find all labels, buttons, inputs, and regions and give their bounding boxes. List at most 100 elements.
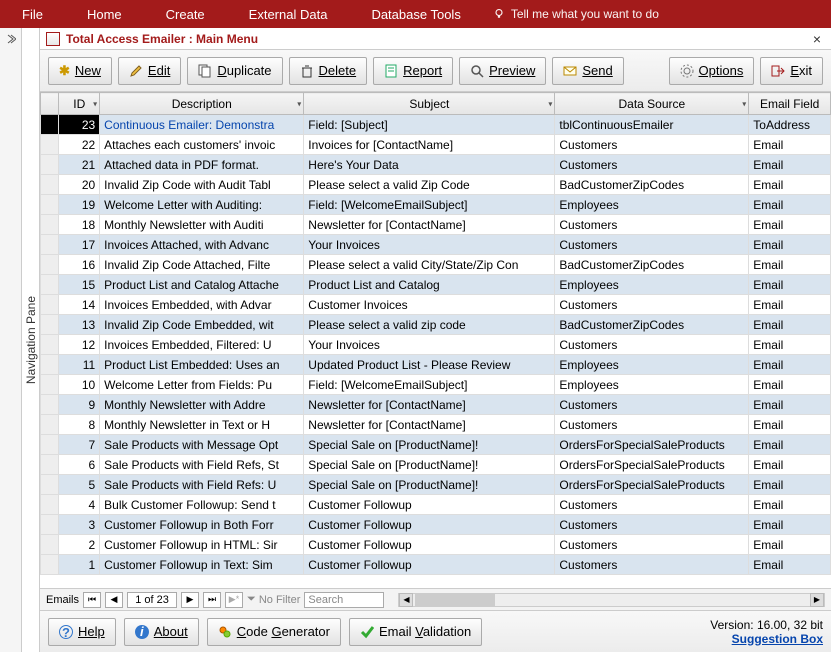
cell-email-field[interactable]: Email xyxy=(749,455,831,475)
row-selector[interactable] xyxy=(41,235,59,255)
cell-data-source[interactable]: Customers xyxy=(555,135,749,155)
table-row[interactable]: 4Bulk Customer Followup: Send tCustomer … xyxy=(41,495,831,515)
about-button[interactable]: iAbout xyxy=(124,618,199,646)
cell-data-source[interactable]: Employees xyxy=(555,355,749,375)
table-row[interactable]: 21Attached data in PDF format.Here's You… xyxy=(41,155,831,175)
edit-button[interactable]: Edit xyxy=(118,57,181,85)
table-row[interactable]: 14Invoices Embedded, with AdvarCustomer … xyxy=(41,295,831,315)
cell-subject[interactable]: Updated Product List - Please Review xyxy=(304,355,555,375)
table-row[interactable]: 19Welcome Letter with Auditing:Field: [W… xyxy=(41,195,831,215)
table-row[interactable]: 9Monthly Newsletter with AddreNewsletter… xyxy=(41,395,831,415)
cell-id[interactable]: 4 xyxy=(59,495,100,515)
cell-subject[interactable]: Customer Invoices xyxy=(304,295,555,315)
table-row[interactable]: 13Invalid Zip Code Embedded, witPlease s… xyxy=(41,315,831,335)
table-row[interactable]: 16Invalid Zip Code Attached, FiltePlease… xyxy=(41,255,831,275)
table-row[interactable]: 18Monthly Newsletter with AuditiNewslett… xyxy=(41,215,831,235)
cell-email-field[interactable]: Email xyxy=(749,295,831,315)
cell-subject[interactable]: Customer Followup xyxy=(304,535,555,555)
select-all-header[interactable] xyxy=(41,93,59,115)
row-selector[interactable] xyxy=(41,355,59,375)
tab-close-button[interactable]: × xyxy=(809,31,825,47)
cell-data-source[interactable]: Employees xyxy=(555,275,749,295)
row-selector[interactable] xyxy=(41,135,59,155)
cell-subject[interactable]: Your Invoices xyxy=(304,235,555,255)
cell-subject[interactable]: Here's Your Data xyxy=(304,155,555,175)
cell-email-field[interactable]: Email xyxy=(749,175,831,195)
scroll-thumb[interactable] xyxy=(415,594,495,606)
cell-id[interactable]: 23 xyxy=(59,115,100,135)
cell-id[interactable]: 7 xyxy=(59,435,100,455)
cell-id[interactable]: 11 xyxy=(59,355,100,375)
scroll-right-button[interactable]: ▶ xyxy=(810,593,824,607)
cell-id[interactable]: 17 xyxy=(59,235,100,255)
cell-id[interactable]: 13 xyxy=(59,315,100,335)
nav-toggle-button[interactable] xyxy=(0,28,22,652)
cell-description[interactable]: Invalid Zip Code Embedded, wit xyxy=(100,315,304,335)
cell-id[interactable]: 8 xyxy=(59,415,100,435)
cell-email-field[interactable]: Email xyxy=(749,335,831,355)
row-selector[interactable] xyxy=(41,515,59,535)
row-selector[interactable] xyxy=(41,175,59,195)
cell-description[interactable]: Sale Products with Field Refs, St xyxy=(100,455,304,475)
cell-data-source[interactable]: Customers xyxy=(555,515,749,535)
cell-description[interactable]: Invalid Zip Code Attached, Filte xyxy=(100,255,304,275)
cell-data-source[interactable]: BadCustomerZipCodes xyxy=(555,175,749,195)
cell-id[interactable]: 15 xyxy=(59,275,100,295)
nav-last-button[interactable]: ⏭ xyxy=(203,592,221,608)
col-email-field[interactable]: Email Field xyxy=(749,93,831,115)
cell-id[interactable]: 12 xyxy=(59,335,100,355)
table-row[interactable]: 22Attaches each customers' invoicInvoice… xyxy=(41,135,831,155)
cell-subject[interactable]: Please select a valid zip code xyxy=(304,315,555,335)
cell-data-source[interactable]: Employees xyxy=(555,375,749,395)
cell-data-source[interactable]: OrdersForSpecialSaleProducts xyxy=(555,435,749,455)
cell-description[interactable]: Product List Embedded: Uses an xyxy=(100,355,304,375)
cell-description[interactable]: Product List and Catalog Attache xyxy=(100,275,304,295)
new-button[interactable]: ✱New xyxy=(48,57,112,85)
cell-subject[interactable]: Field: [WelcomeEmailSubject] xyxy=(304,195,555,215)
cell-data-source[interactable]: BadCustomerZipCodes xyxy=(555,315,749,335)
cell-id[interactable]: 21 xyxy=(59,155,100,175)
nav-new-button[interactable]: ▶* xyxy=(225,592,243,608)
table-row[interactable]: 8Monthly Newsletter in Text or HNewslett… xyxy=(41,415,831,435)
col-description[interactable]: Description▾ xyxy=(100,93,304,115)
cell-email-field[interactable]: Email xyxy=(749,475,831,495)
cell-description[interactable]: Invoices Attached, with Advanc xyxy=(100,235,304,255)
cell-id[interactable]: 19 xyxy=(59,195,100,215)
cell-subject[interactable]: Customer Followup xyxy=(304,555,555,575)
row-selector[interactable] xyxy=(41,115,59,135)
cell-id[interactable]: 1 xyxy=(59,555,100,575)
row-selector[interactable] xyxy=(41,395,59,415)
cell-subject[interactable]: Newsletter for [ContactName] xyxy=(304,395,555,415)
table-row[interactable]: 2Customer Followup in HTML: SirCustomer … xyxy=(41,535,831,555)
cell-id[interactable]: 9 xyxy=(59,395,100,415)
exit-button[interactable]: ExitExit xyxy=(760,57,823,85)
cell-description[interactable]: Customer Followup in Both Forr xyxy=(100,515,304,535)
cell-subject[interactable]: Newsletter for [ContactName] xyxy=(304,415,555,435)
cell-subject[interactable]: Field: [WelcomeEmailSubject] xyxy=(304,375,555,395)
cell-email-field[interactable]: Email xyxy=(749,215,831,235)
ribbon-database-tools[interactable]: Database Tools xyxy=(359,3,472,26)
row-selector[interactable] xyxy=(41,555,59,575)
email-validation-button[interactable]: Email ValidationEmail Validation xyxy=(349,618,482,646)
cell-description[interactable]: Welcome Letter with Auditing: xyxy=(100,195,304,215)
cell-subject[interactable]: Product List and Catalog xyxy=(304,275,555,295)
cell-description[interactable]: Invoices Embedded, with Advar xyxy=(100,295,304,315)
col-id[interactable]: ID▾ xyxy=(59,93,100,115)
cell-id[interactable]: 5 xyxy=(59,475,100,495)
row-selector[interactable] xyxy=(41,335,59,355)
table-row[interactable]: 5Sale Products with Field Refs: USpecial… xyxy=(41,475,831,495)
row-selector[interactable] xyxy=(41,475,59,495)
row-selector[interactable] xyxy=(41,195,59,215)
row-selector[interactable] xyxy=(41,375,59,395)
code-generator-button[interactable]: Code GeneratorCode Generator xyxy=(207,618,341,646)
cell-description[interactable]: Welcome Letter from Fields: Pu xyxy=(100,375,304,395)
cell-email-field[interactable]: Email xyxy=(749,375,831,395)
cell-subject[interactable]: Special Sale on [ProductName]! xyxy=(304,435,555,455)
cell-id[interactable]: 22 xyxy=(59,135,100,155)
ribbon-external-data[interactable]: External Data xyxy=(237,3,340,26)
table-row[interactable]: 23Continuous Emailer: DemonstraField: [S… xyxy=(41,115,831,135)
cell-description[interactable]: Continuous Emailer: Demonstra xyxy=(100,115,304,135)
nav-search-input[interactable] xyxy=(304,592,384,608)
cell-data-source[interactable]: Customers xyxy=(555,535,749,555)
col-subject[interactable]: Subject▾ xyxy=(304,93,555,115)
